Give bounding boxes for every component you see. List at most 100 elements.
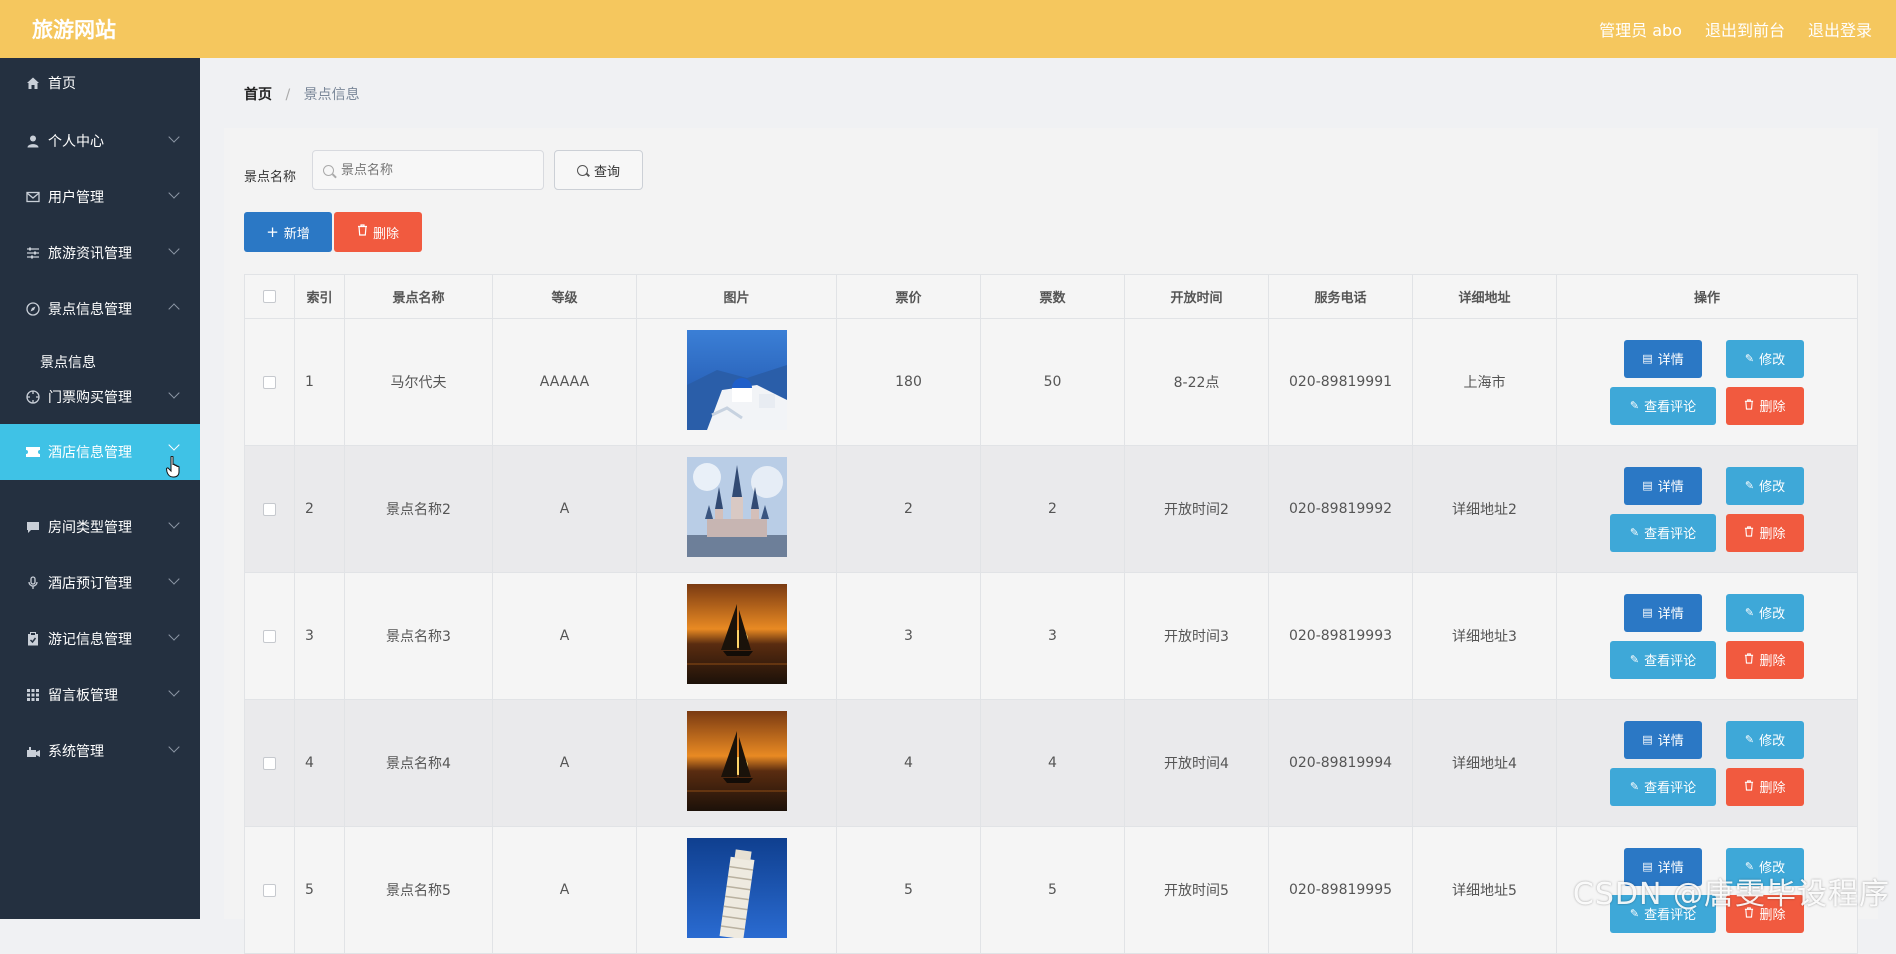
address-cell: 上海市 [1413, 319, 1557, 445]
sidebar-item-users[interactable]: 用户管理 [0, 172, 200, 222]
document-icon: ▤ [1642, 606, 1653, 619]
mic-icon [24, 574, 42, 592]
row-select-cell [245, 827, 295, 953]
document-icon: ▤ [1642, 733, 1653, 746]
document-icon: ▤ [1642, 352, 1653, 365]
detail-button[interactable]: ▤ 详情 [1624, 720, 1702, 759]
table-row: 3 景点名称3 A 3 3 开放时间3 020-89819993 详细地址3 ▤ 详情 ✎ 修改 ✎ 查看… [245, 573, 1857, 700]
row-checkbox[interactable] [263, 629, 276, 643]
sliders-icon [24, 244, 42, 262]
ticket-icon [24, 443, 42, 461]
row-checkbox[interactable] [263, 756, 276, 770]
sidebar-item-news[interactable]: 旅游资讯管理 [0, 228, 200, 278]
index-cell: 5 [295, 827, 345, 953]
price-cell: 180 [837, 319, 981, 445]
chevron-down-icon [168, 517, 180, 529]
row-delete-button[interactable]: 删除 [1726, 767, 1804, 806]
sidebar-item-profile[interactable]: 个人中心 [0, 116, 200, 166]
view-comments-button[interactable]: ✎ 查看评论 [1610, 386, 1716, 425]
sidebar-item-label: 酒店预订管理 [48, 576, 132, 592]
sidebar-item-room-types[interactable]: 房间类型管理 [0, 502, 200, 552]
detail-button[interactable]: ▤ 详情 [1624, 593, 1702, 632]
sidebar-item-label: 房间类型管理 [48, 520, 132, 536]
user-icon [24, 132, 42, 150]
view-comments-button[interactable]: ✎ 查看评论 [1610, 767, 1716, 806]
detail-button[interactable]: ▤ 详情 [1624, 339, 1702, 378]
edit-button[interactable]: ✎ 修改 [1726, 466, 1804, 505]
edit-label: 修改 [1759, 480, 1786, 495]
actions-cell: ▤ 详情 ✎ 修改 ✎ 查看评论 删除 [1557, 319, 1857, 445]
pencil-icon: ✎ [1744, 733, 1755, 746]
row-select-cell [245, 573, 295, 699]
address-cell: 详细地址5 [1413, 827, 1557, 953]
admin-label[interactable]: 管理员 abo [1599, 17, 1682, 41]
scenic-photo [686, 584, 787, 688]
column-header: 图片 [637, 275, 837, 318]
plus-icon: + [266, 223, 279, 241]
row-checkbox[interactable] [263, 883, 276, 897]
phone-cell: 020-89819993 [1269, 573, 1413, 699]
comments-label: 查看评论 [1644, 781, 1697, 796]
row-select-cell [245, 700, 295, 826]
chevron-down-icon [168, 573, 180, 585]
sidebar-item-scenic[interactable]: 景点信息管理 [0, 284, 200, 334]
edit-button[interactable]: ✎ 修改 [1726, 593, 1804, 632]
table-row: 4 景点名称4 A 4 4 开放时间4 020-89819994 详细地址4 ▤ 详情 ✎ 修改 ✎ 查看… [245, 700, 1857, 827]
row-checkbox[interactable] [263, 375, 276, 389]
view-comments-button[interactable]: ✎ 查看评论 [1610, 640, 1716, 679]
row-delete-button[interactable]: 删除 [1726, 386, 1804, 425]
batch-delete-button[interactable]: 删除 [334, 212, 422, 252]
image-cell [637, 700, 837, 826]
row-checkbox[interactable] [263, 502, 276, 516]
phone-cell: 020-89819995 [1269, 827, 1413, 953]
delete-label: 删除 [1759, 781, 1786, 796]
sidebar-item-label: 旅游资讯管理 [48, 246, 132, 262]
back-to-front-link[interactable]: 退出到前台 [1705, 17, 1785, 41]
column-header: 操作 [1693, 291, 1720, 306]
sidebar-item-home[interactable]: 首页 [0, 58, 200, 108]
breadcrumb-home[interactable]: 首页 [244, 87, 272, 103]
sidebar-item-messages[interactable]: 留言板管理 [0, 670, 200, 720]
sidebar-item-label: 首页 [48, 76, 76, 92]
name-cell: 景点名称2 [345, 446, 493, 572]
row-delete-button[interactable]: 删除 [1726, 640, 1804, 679]
row-actions: ▤ 详情 ✎ 修改 ✎ 查看评论 删除 [1610, 466, 1804, 552]
scenic-table: 索引 景点名称 等级 图片 票价 票数 开放时间 服务电话 详细地址 操作 1马… [244, 274, 1858, 954]
document-icon: ▤ [1642, 479, 1653, 492]
sidebar-subitem-scenic-info[interactable]: 景点信息 [40, 352, 96, 372]
sidebar-item-system[interactable]: 系统管理 [0, 726, 200, 776]
detail-button[interactable]: ▤ 详情 [1624, 466, 1702, 505]
add-button[interactable]: + 新增 [244, 212, 332, 252]
sidebar-item-tickets[interactable]: 门票购买管理 [0, 372, 200, 422]
select-all-checkbox[interactable] [263, 290, 276, 303]
row-delete-button[interactable]: 删除 [1726, 513, 1804, 552]
detail-label: 详情 [1657, 480, 1684, 495]
column-header: 票数 [981, 275, 1125, 318]
search-field[interactable] [312, 150, 544, 190]
price-cell: 4 [837, 700, 981, 826]
scenic-photo [686, 457, 787, 561]
sidebar-item-travelogues[interactable]: 游记信息管理 [0, 614, 200, 664]
image-cell [637, 446, 837, 572]
price-cell: 2 [837, 446, 981, 572]
search-input[interactable] [341, 162, 521, 178]
chevron-down-icon [168, 685, 180, 697]
home-icon [24, 74, 42, 92]
query-button[interactable]: 查询 [554, 150, 643, 190]
level-cell: A [493, 700, 637, 826]
trash-icon [1744, 779, 1754, 794]
edit-button[interactable]: ✎ 修改 [1726, 720, 1804, 759]
level-cell: A [493, 573, 637, 699]
edit-button[interactable]: ✎ 修改 [1726, 339, 1804, 378]
sidebar-item-label: 用户管理 [48, 190, 104, 206]
sidebar-item-label: 酒店信息管理 [48, 445, 132, 461]
sidebar-item-bookings[interactable]: 酒店预订管理 [0, 558, 200, 608]
delete-label: 删除 [1759, 527, 1786, 542]
table-body: 1 马尔代夫 AAAAA 180 50 8-22点 020-89819991 上海市 ▤ 详情 ✎ 修… [245, 319, 1857, 954]
open-time-cell: 8-22点 [1125, 319, 1269, 445]
column-header: 详细地址 [1413, 275, 1557, 318]
view-comments-button[interactable]: ✎ 查看评论 [1610, 513, 1716, 552]
index-cell: 2 [295, 446, 345, 572]
tickets-cell: 2 [981, 446, 1125, 572]
logout-link[interactable]: 退出登录 [1808, 17, 1872, 41]
